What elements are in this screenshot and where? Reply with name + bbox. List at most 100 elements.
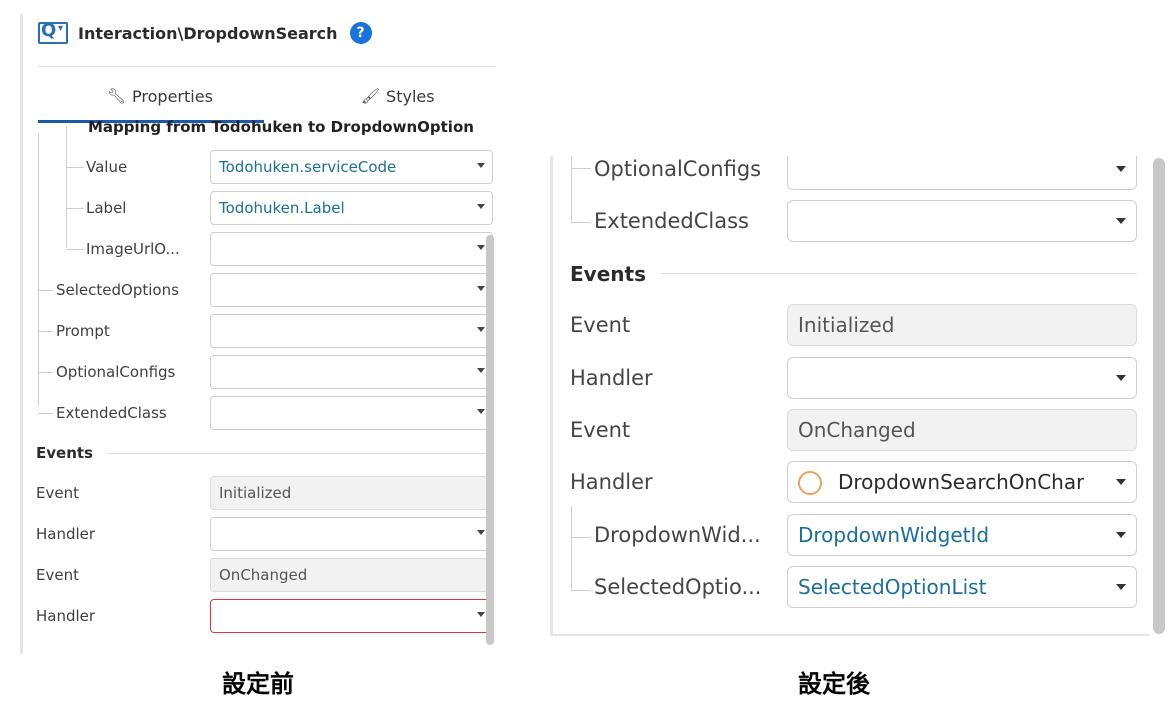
handler-param-row: DropdownWid... DropdownWidgetId bbox=[553, 514, 1143, 556]
property-label: SelectedOptions bbox=[56, 281, 179, 299]
property-label: ImageUrlO... bbox=[86, 240, 180, 258]
caption-after: 設定後 bbox=[798, 670, 870, 698]
handler-row: Handler DropdownSearchOnChar bbox=[553, 461, 1143, 503]
brush-icon: 🖌︎ bbox=[361, 87, 381, 105]
event-row: Event OnChanged bbox=[23, 558, 498, 592]
prompt-select[interactable] bbox=[210, 314, 493, 348]
event-name-field: Initialized bbox=[210, 476, 493, 510]
events-section-title: Events bbox=[570, 262, 646, 286]
property-label: ExtendedClass bbox=[594, 209, 749, 233]
tab-properties-label: Properties bbox=[132, 86, 213, 106]
handler-select[interactable] bbox=[210, 517, 493, 551]
chevron-down-icon bbox=[1116, 532, 1126, 538]
property-row-label: Label Todohuken.Label bbox=[23, 191, 498, 225]
chevron-down-icon bbox=[1116, 375, 1126, 381]
property-label: OptionalConfigs bbox=[594, 157, 762, 181]
selectedoptions-select[interactable] bbox=[210, 273, 493, 307]
optionalconfigs-select[interactable] bbox=[787, 156, 1137, 190]
event-name-field: OnChanged bbox=[210, 558, 493, 592]
chevron-down-icon bbox=[477, 204, 485, 209]
property-row-optionalconfigs: OptionalConfigs bbox=[553, 156, 1143, 190]
handler-select[interactable] bbox=[787, 357, 1137, 399]
tab-properties[interactable]: 🔧︎ Properties bbox=[107, 82, 213, 110]
optionalconfigs-select[interactable] bbox=[210, 355, 493, 389]
events-section-title: Events bbox=[36, 444, 93, 462]
select-value: Todohuken.serviceCode bbox=[219, 158, 397, 176]
scrollbar[interactable] bbox=[1153, 158, 1165, 634]
help-icon[interactable]: ? bbox=[349, 22, 372, 44]
handler-row: Handler bbox=[23, 599, 498, 633]
event-label: Event bbox=[36, 566, 79, 584]
property-label: Label bbox=[86, 199, 127, 217]
select-value: DropdownSearchOnChar bbox=[838, 470, 1085, 494]
property-row-selectedoptions: SelectedOptions bbox=[23, 273, 498, 307]
event-label: Event bbox=[36, 484, 79, 502]
select-value: SelectedOptionList bbox=[798, 575, 987, 599]
property-label: Value bbox=[86, 158, 128, 176]
handler-label: Handler bbox=[570, 366, 653, 390]
imageurl-select[interactable] bbox=[210, 232, 493, 266]
chevron-down-icon bbox=[1116, 584, 1126, 590]
section-divider bbox=[661, 273, 1137, 274]
event-row: Event Initialized bbox=[23, 476, 498, 510]
handler-label: Handler bbox=[570, 470, 653, 494]
tab-styles-label: Styles bbox=[386, 86, 435, 106]
field-value: Initialized bbox=[219, 484, 292, 502]
chevron-down-icon bbox=[477, 530, 485, 535]
section-divider bbox=[108, 453, 493, 454]
chevron-down-icon bbox=[477, 612, 485, 617]
param-label: SelectedOptio... bbox=[594, 575, 762, 599]
label-select[interactable]: Todohuken.Label bbox=[210, 191, 493, 225]
extendedclass-select[interactable] bbox=[787, 200, 1137, 242]
property-row-extendedclass: ExtendedClass bbox=[23, 396, 498, 430]
property-row-extendedclass: ExtendedClass bbox=[553, 200, 1143, 242]
selectedoptionlist-select[interactable]: SelectedOptionList bbox=[787, 566, 1137, 608]
header-divider bbox=[38, 66, 496, 67]
wrench-icon: 🔧︎ bbox=[107, 87, 127, 105]
widget-title: Interaction\DropdownSearch bbox=[78, 23, 338, 43]
chevron-down-icon bbox=[477, 368, 485, 373]
param-label: DropdownWid... bbox=[594, 523, 761, 547]
select-value: DropdownWidgetId bbox=[798, 523, 990, 547]
chevron-down-icon bbox=[1116, 166, 1126, 172]
widget-header: Q ▾ Interaction\DropdownSearch ? bbox=[38, 14, 508, 52]
event-label: Event bbox=[570, 418, 631, 442]
chevron-down-icon bbox=[477, 409, 485, 414]
property-label: ExtendedClass bbox=[56, 404, 167, 422]
property-label: OptionalConfigs bbox=[56, 363, 176, 381]
handler-row: Handler bbox=[23, 517, 498, 551]
handler-select-error[interactable] bbox=[210, 599, 493, 633]
extendedclass-select[interactable] bbox=[210, 396, 493, 430]
property-row-value: Value Todohuken.serviceCode bbox=[23, 150, 498, 184]
mapping-heading: Mapping from Todohuken to DropdownOption bbox=[88, 118, 474, 136]
chevron-down-icon bbox=[1116, 479, 1126, 485]
handler-param-row: SelectedOptio... SelectedOptionList bbox=[553, 566, 1143, 608]
field-value: OnChanged bbox=[798, 418, 916, 442]
chevron-down-icon bbox=[477, 245, 485, 250]
field-value: Initialized bbox=[798, 313, 895, 337]
select-value: Todohuken.Label bbox=[219, 199, 345, 217]
tab-styles[interactable]: 🖌︎ Styles bbox=[361, 82, 435, 110]
chevron-down-icon bbox=[477, 327, 485, 332]
property-row-optionalconfigs: OptionalConfigs bbox=[23, 355, 498, 389]
property-label: Prompt bbox=[56, 322, 110, 340]
left-properties-panel: Q ▾ Interaction\DropdownSearch ? 🔧︎ Prope… bbox=[20, 14, 516, 654]
chevron-down-icon bbox=[477, 163, 485, 168]
property-row-prompt: Prompt bbox=[23, 314, 498, 348]
chevron-down-icon bbox=[1116, 218, 1126, 224]
value-select[interactable]: Todohuken.serviceCode bbox=[210, 150, 493, 184]
scrollbar[interactable] bbox=[486, 235, 494, 645]
handler-circle-icon bbox=[798, 471, 822, 495]
handler-row: Handler bbox=[553, 357, 1143, 399]
dropdown-search-widget-icon: Q ▾ bbox=[38, 20, 68, 44]
handler-select[interactable]: DropdownSearchOnChar bbox=[787, 461, 1137, 503]
tree-line bbox=[66, 126, 67, 248]
event-row: Event Initialized bbox=[553, 304, 1143, 346]
property-row-imageurl: ImageUrlO... bbox=[23, 232, 498, 266]
right-properties-panel: OptionalConfigs ExtendedClass Events Eve… bbox=[550, 156, 1150, 636]
event-name-field: OnChanged bbox=[787, 409, 1137, 451]
event-row: Event OnChanged bbox=[553, 409, 1143, 451]
event-label: Event bbox=[570, 313, 631, 337]
chevron-down-icon bbox=[477, 286, 485, 291]
dropdownwidgetid-select[interactable]: DropdownWidgetId bbox=[787, 514, 1137, 556]
